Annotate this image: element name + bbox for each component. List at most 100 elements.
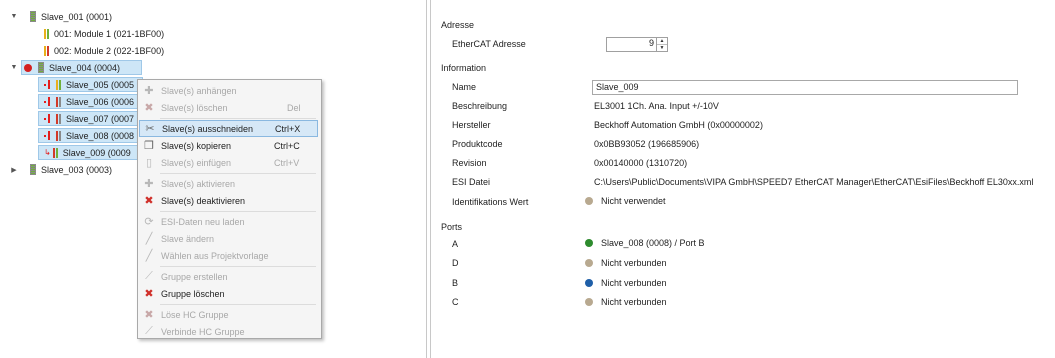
scissors-icon: ✂: [145, 123, 155, 135]
port-b-row: Nicht verbunden: [585, 278, 667, 288]
menu-item-label: Löse HC Gruppe: [161, 309, 229, 320]
menu-separator: [160, 211, 316, 212]
product-code-label: Produktcode: [452, 139, 503, 149]
name-value: Slave_009: [596, 82, 639, 92]
wand-icon: ⟋: [145, 325, 153, 337]
tree-node-slave-006[interactable]: Slave_006 (0006: [38, 93, 143, 110]
error-marker-icon: [48, 131, 50, 140]
context-menu: ✚ Slave(s) anhängen ✖ Slave(s) löschen D…: [137, 79, 322, 339]
tree-node-label: Slave_009 (0009: [62, 147, 131, 158]
spin-down-icon[interactable]: ▼: [657, 45, 667, 51]
menu-item-label: Slave(s) löschen: [161, 102, 228, 113]
error-marker-icon: [48, 114, 50, 123]
module-io-icon: [56, 113, 63, 124]
menu-item-label: Wählen aus Projektvorlage: [161, 250, 269, 261]
device-icon: [38, 62, 44, 73]
error-marker-icon: [44, 134, 46, 137]
esi-file-value: C:\Users\Public\Documents\VIPA GmbH\SPEE…: [594, 177, 1034, 187]
revision-value: 0x00140000 (1310720): [594, 158, 688, 168]
error-marker-icon: [44, 83, 46, 86]
error-marker-icon: [48, 80, 50, 89]
menu-item-create-group[interactable]: ⟋ Gruppe erstellen: [139, 268, 318, 285]
menu-item-label: Slave(s) ausschneiden: [162, 123, 254, 134]
manufacturer-value: Beckhoff Automation GmbH (0x00000002): [594, 120, 763, 130]
tree-node-slave-001[interactable]: ▼ Slave_001 (0001): [0, 8, 115, 25]
tree-node-label: 002: Module 2 (022-1BF00): [54, 45, 165, 56]
tree-node-slave-004[interactable]: ▼ Slave_004 (0004): [0, 59, 142, 76]
delete-icon: ✖: [144, 288, 154, 300]
menu-item-paste[interactable]: ▯ Slave(s) einfügen Ctrl+V: [139, 154, 318, 171]
menu-item-delete-group[interactable]: ✖ Gruppe löschen: [139, 285, 318, 302]
tree-node-label: Slave_007 (0007: [66, 113, 135, 124]
shortcut-label: Ctrl+C: [274, 140, 300, 151]
expand-arrow-icon[interactable]: ▶: [10, 166, 18, 174]
tree-node-slave-003[interactable]: ▶ Slave_003 (0003): [0, 161, 115, 178]
tree-node-slave-005[interactable]: Slave_005 (0005: [38, 76, 143, 93]
port-b-label: B: [452, 278, 459, 288]
identification-value: Nicht verwendet: [601, 196, 666, 206]
section-header-ports: Ports: [441, 222, 463, 232]
port-b-value: Nicht verbunden: [601, 278, 667, 288]
port-d-label: D: [452, 258, 459, 268]
manufacturer-label: Hersteller: [452, 120, 491, 130]
menu-item-copy[interactable]: ❐ Slave(s) kopieren Ctrl+C: [139, 137, 318, 154]
port-disconnected-icon: [585, 298, 593, 306]
identification-row: Nicht verwendet: [585, 196, 666, 206]
menu-item-connect-hc-group[interactable]: ⟋ Verbinde HC Gruppe: [139, 323, 318, 340]
menu-item-delete[interactable]: ✖ Slave(s) löschen Del: [139, 99, 318, 116]
collapse-arrow-icon[interactable]: ▼: [10, 64, 18, 72]
spin-up-icon[interactable]: ▲: [657, 38, 667, 45]
delete-icon: ✖: [144, 195, 154, 207]
menu-item-release-hc-group[interactable]: ✖ Löse HC Gruppe: [139, 306, 318, 323]
port-d-value: Nicht verbunden: [601, 258, 667, 268]
device-icon: [30, 11, 36, 22]
tree-node-label: Slave_004 (0004): [49, 62, 121, 73]
port-a-row: Slave_008 (0008) / Port B: [585, 238, 705, 248]
section-header-address: Adresse: [441, 20, 475, 30]
menu-item-label: Slave(s) aktivieren: [161, 178, 236, 189]
menu-item-activate[interactable]: ✚ Slave(s) aktivieren: [139, 175, 318, 192]
shortcut-label: Ctrl+X: [275, 123, 301, 134]
name-field[interactable]: Slave_009: [592, 80, 1018, 95]
pane-divider: [430, 0, 431, 358]
port-d-row: Nicht verbunden: [585, 258, 667, 268]
section-header-information: Information: [441, 63, 487, 73]
wand-icon: ⟋: [145, 270, 153, 282]
esi-file-label: ESI Datei: [452, 177, 491, 187]
revision-label: Revision: [452, 158, 487, 168]
tree-node-label: Slave_001 (0001): [41, 11, 113, 22]
pane-divider[interactable]: [426, 0, 427, 358]
tree-node-module-1[interactable]: 001: Module 1 (021-1BF00): [44, 25, 164, 42]
shortcut-label: Ctrl+V: [274, 157, 300, 168]
product-code-value: 0x0BB93052 (196685906): [594, 139, 700, 149]
menu-item-attach[interactable]: ✚ Slave(s) anhängen: [139, 82, 318, 99]
reload-icon: ⟳: [144, 216, 154, 228]
ethercat-address-spinner[interactable]: 9 ▲ ▼: [606, 37, 668, 52]
port-a-value: Slave_008 (0008) / Port B: [601, 238, 705, 248]
menu-item-cut[interactable]: ✂ Slave(s) ausschneiden Ctrl+X: [139, 120, 318, 137]
delete-icon: ✖: [144, 309, 154, 321]
module-io-icon: [56, 96, 63, 107]
tree-node-slave-009[interactable]: ↳ Slave_009 (0009: [38, 144, 143, 161]
menu-item-label: Slave ändern: [161, 233, 215, 244]
group-icon: [24, 63, 32, 72]
collapse-arrow-icon[interactable]: ▼: [10, 13, 18, 21]
plus-icon: ✚: [144, 85, 154, 97]
menu-item-label: Slave(s) anhängen: [161, 85, 237, 96]
menu-item-project-template[interactable]: ╱ Wählen aus Projektvorlage: [139, 247, 318, 264]
menu-item-change-slave[interactable]: ╱ Slave ändern: [139, 230, 318, 247]
menu-item-deactivate[interactable]: ✖ Slave(s) deaktivieren: [139, 192, 318, 209]
port-c-label: C: [452, 297, 459, 307]
menu-item-reload-esi[interactable]: ⟳ ESI-Daten neu laden: [139, 213, 318, 230]
pencil-icon: ╱: [145, 233, 153, 245]
tree-node-module-2[interactable]: 002: Module 2 (022-1BF00): [44, 42, 164, 59]
tree-node-slave-007[interactable]: Slave_007 (0007: [38, 110, 143, 127]
module-io-icon: [56, 79, 63, 90]
menu-item-label: Verbinde HC Gruppe: [161, 326, 245, 337]
module-io-icon: [44, 28, 51, 39]
tree-node-slave-008[interactable]: Slave_008 (0008: [38, 127, 143, 144]
menu-item-label: Slave(s) kopieren: [161, 140, 232, 151]
menu-item-label: Slave(s) einfügen: [161, 157, 232, 168]
ethercat-address-label: EtherCAT Adresse: [452, 39, 526, 49]
module-io-icon: [44, 45, 51, 56]
